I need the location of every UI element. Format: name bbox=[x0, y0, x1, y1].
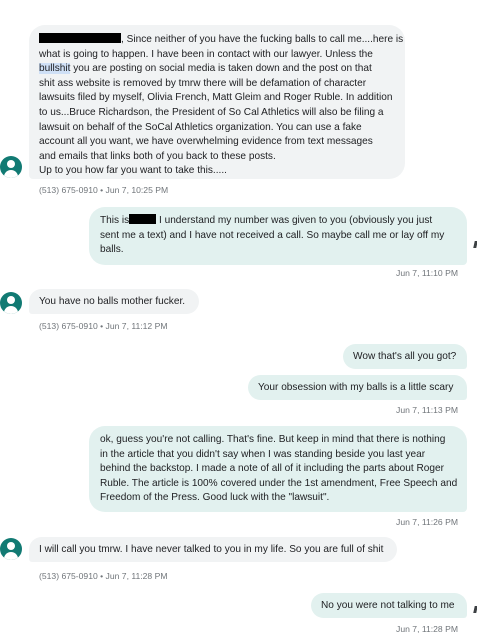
message-line: bullshit you are posting on social media… bbox=[39, 62, 395, 77]
message-line: Your obsession with my balls is a little… bbox=[258, 382, 454, 393]
redacted-name bbox=[39, 33, 121, 43]
incoming-message-bubble[interactable]: You have no balls mother fucker. bbox=[29, 289, 199, 314]
message-text: This is bbox=[100, 215, 130, 226]
message-timestamp: Jun 7, 11:13 PM bbox=[396, 405, 458, 415]
message-line: I will call you tmrw. I have never talke… bbox=[39, 544, 384, 555]
message-line: what is going to happen. I have been in … bbox=[39, 48, 373, 60]
person-icon[interactable] bbox=[0, 538, 22, 560]
message-line: Freedom of the Press. Good luck with the… bbox=[100, 492, 330, 504]
incoming-message-bubble[interactable]: I will call you tmrw. I have never talke… bbox=[29, 537, 397, 562]
message-timestamp: (513) 675-0910 • Jun 7, 11:28 PM bbox=[39, 571, 168, 581]
message-line: , Since neither of you have the fucking … bbox=[39, 33, 403, 48]
message-line: No you were not talking to me bbox=[321, 600, 455, 611]
edge-mark bbox=[473, 241, 477, 248]
outgoing-message-bubble[interactable]: ok, guess you're not calling. That's fin… bbox=[89, 426, 467, 512]
message-line: to us...Bruce Richardson, the President … bbox=[39, 106, 384, 118]
selected-text: bullshit bbox=[39, 63, 71, 75]
message-line: lawsuits filed by myself, Olivia French,… bbox=[39, 92, 393, 104]
person-icon[interactable] bbox=[0, 156, 22, 178]
person-icon[interactable] bbox=[0, 292, 22, 314]
message-line: Ruble. The article is 100% covered under… bbox=[100, 477, 458, 489]
message-line: sent me a text) and I have not received … bbox=[100, 229, 445, 241]
message-line: in the article that you didn't say when … bbox=[100, 448, 426, 460]
message-line: Up to you how far you want to take this.… bbox=[39, 165, 227, 177]
outgoing-message-bubble[interactable]: Your obsession with my balls is a little… bbox=[248, 375, 467, 400]
message-line: balls. bbox=[100, 244, 124, 256]
message-timestamp: (513) 675-0910 • Jun 7, 10:25 PM bbox=[39, 185, 169, 195]
message-line: account all you want, we have overwhelmi… bbox=[39, 136, 373, 148]
redacted-name bbox=[129, 214, 157, 224]
message-line: and emails that links both of you back t… bbox=[39, 150, 276, 162]
incoming-message-bubble[interactable]: , Since neither of you have the fucking … bbox=[29, 25, 405, 179]
message-line: lawsuit on behalf of the SoCal Athletics… bbox=[39, 121, 362, 133]
message-timestamp: (513) 675-0910 • Jun 7, 11:12 PM bbox=[39, 321, 168, 331]
message-timestamp: Jun 7, 11:26 PM bbox=[396, 517, 458, 527]
message-line: Wow that's all you got? bbox=[353, 351, 457, 362]
conversation-thread[interactable]: , Since neither of you have the fucking … bbox=[0, 0, 477, 634]
outgoing-message-bubble[interactable]: This is I understand my number was given… bbox=[89, 207, 467, 265]
outgoing-message-bubble[interactable]: Wow that's all you got? bbox=[343, 344, 467, 369]
message-timestamp: Jun 7, 11:28 PM bbox=[396, 624, 458, 634]
message-text: you are posting on social media is taken… bbox=[70, 63, 372, 75]
message-text: , Since neither of you have the fucking … bbox=[121, 34, 404, 45]
outgoing-message-bubble[interactable]: No you were not talking to me bbox=[311, 593, 467, 618]
message-text: I understand my number was given to you … bbox=[156, 215, 433, 226]
message-line: ok, guess you're not calling. That's fin… bbox=[100, 434, 446, 445]
message-line: shit ass website is removed by tmrw ther… bbox=[39, 77, 367, 89]
message-line: This is I understand my number was given… bbox=[100, 214, 457, 229]
message-line: behind the backstop. I made a note of al… bbox=[100, 463, 444, 475]
message-line: You have no balls mother fucker. bbox=[39, 296, 186, 307]
message-timestamp: Jun 7, 11:10 PM bbox=[396, 268, 458, 278]
edge-mark bbox=[473, 606, 477, 613]
